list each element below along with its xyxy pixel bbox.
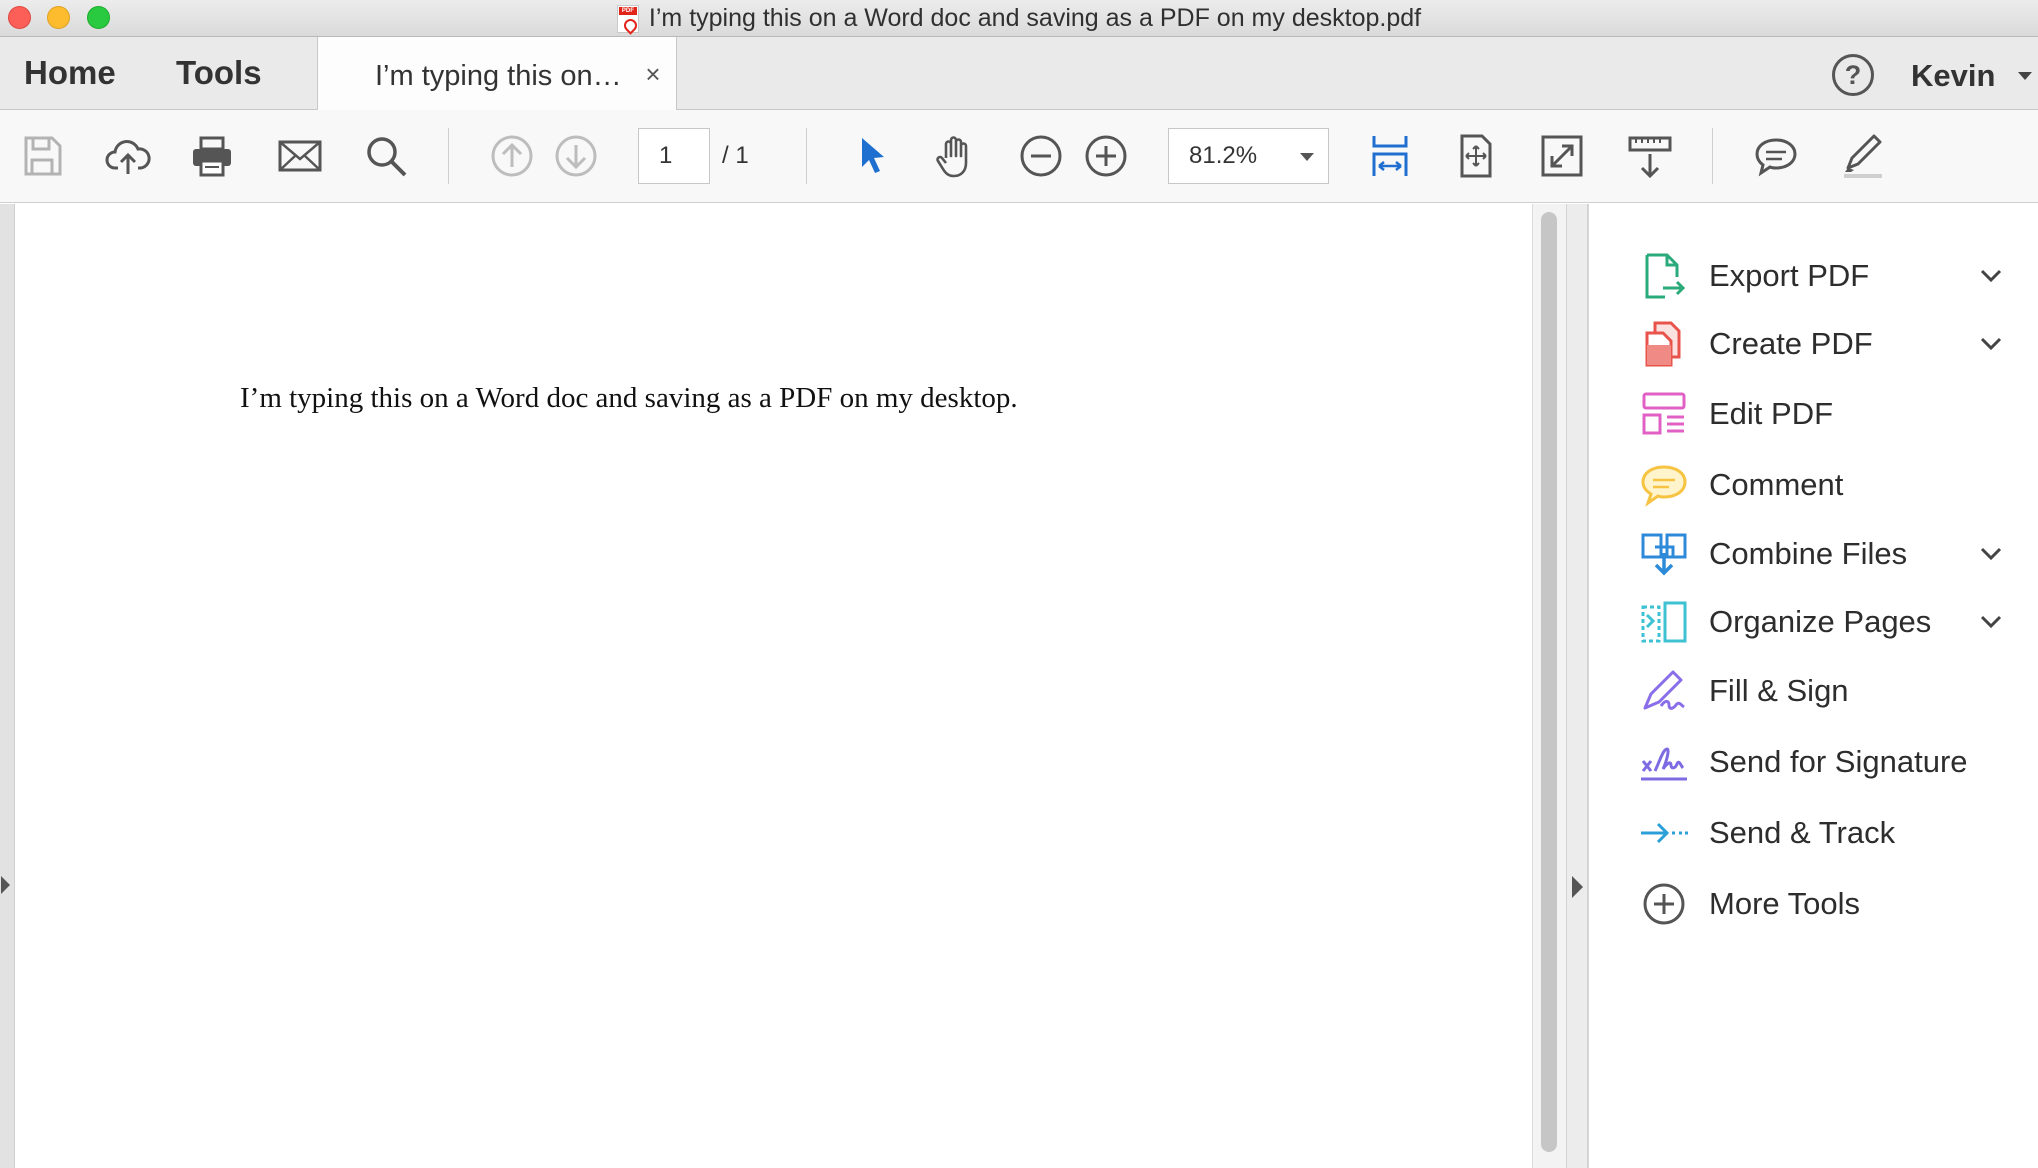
fill-sign-icon [1639, 666, 1689, 716]
document-viewer[interactable]: I’m typing this on a Word doc and saving… [0, 204, 1588, 1168]
toolbar: 1 / 1 81.2% [0, 110, 2038, 203]
search-icon [367, 137, 407, 177]
chevron-down-icon[interactable] [1977, 607, 2005, 635]
create-pdf-icon [1639, 319, 1689, 369]
print-icon [193, 136, 231, 177]
more-tools-icon [1639, 879, 1689, 929]
previous-page-button[interactable] [486, 130, 538, 182]
zoom-in-icon [1085, 135, 1127, 177]
select-cursor-icon [862, 138, 884, 173]
fit-page-button[interactable] [1450, 130, 1502, 182]
tool-combine-files[interactable]: Combine Files [1589, 519, 2038, 589]
tool-fill-sign[interactable]: Fill & Sign [1589, 656, 2038, 726]
export-pdf-icon [1639, 251, 1689, 301]
scroll-mode-button[interactable] [1624, 130, 1676, 182]
next-page-button[interactable] [550, 130, 602, 182]
tab-home[interactable]: Home [24, 37, 116, 109]
help-icon[interactable]: ? [1832, 54, 1874, 96]
window-title: I’m typing this on a Word doc and saving… [648, 4, 1422, 32]
chevron-down-icon[interactable] [1977, 261, 2005, 289]
document-body-text: I’m typing this on a Word doc and saving… [240, 382, 1018, 414]
email-button[interactable] [274, 130, 326, 182]
tab-document[interactable]: I’m typing this on… × [317, 37, 677, 110]
tool-create-pdf[interactable]: Create PDF [1589, 309, 2038, 379]
save-icon [24, 136, 62, 176]
tool-label: Create PDF [1709, 326, 1873, 361]
tool-export-pdf[interactable]: Export PDF [1589, 241, 2038, 311]
expand-left-panel-icon[interactable] [1, 876, 10, 894]
tool-label: Comment [1709, 467, 1844, 502]
tool-comment[interactable]: Comment [1589, 450, 2038, 520]
tool-label: Fill & Sign [1709, 673, 1849, 708]
next-page-icon [555, 135, 597, 177]
toolbar-separator [1712, 128, 1713, 184]
tools-pane: Export PDF Create PDF Edit PDF Comment C… [1588, 204, 2038, 1168]
previous-page-icon [491, 135, 533, 177]
fit-width-button[interactable] [1364, 130, 1416, 182]
user-menu[interactable]: Kevin [1911, 37, 1995, 115]
combine-files-icon [1639, 529, 1689, 579]
organize-pages-icon [1639, 597, 1689, 647]
window-titlebar: I’m typing this on a Word doc and saving… [0, 0, 2038, 37]
toolbar-separator [806, 128, 807, 184]
fit-page-icon [1460, 134, 1492, 178]
edit-pdf-icon [1639, 389, 1689, 439]
comment-button[interactable] [1750, 130, 1802, 182]
pdf-file-icon [616, 4, 639, 33]
tool-label: Combine Files [1709, 536, 1908, 571]
chevron-down-icon[interactable] [2018, 72, 2032, 80]
tool-label: Send for Signature [1709, 744, 1968, 779]
zoom-select[interactable]: 81.2% [1168, 128, 1329, 184]
hand-icon [936, 136, 968, 178]
tool-more-tools[interactable]: More Tools [1589, 869, 2038, 939]
tool-label: Export PDF [1709, 258, 1870, 293]
email-icon [278, 140, 322, 172]
chevron-down-icon[interactable] [1977, 329, 2005, 357]
left-panel-toggle[interactable] [0, 204, 15, 1168]
full-screen-icon [1541, 135, 1583, 177]
window-title-group: I’m typing this on a Word doc and saving… [0, 0, 2038, 37]
page-total: / 1 [722, 142, 749, 169]
zoom-value: 81.2% [1189, 142, 1258, 169]
tool-edit-pdf[interactable]: Edit PDF [1589, 379, 2038, 449]
close-tab-icon[interactable]: × [640, 61, 666, 87]
highlight-button[interactable] [1836, 130, 1888, 182]
save-button[interactable] [16, 130, 68, 182]
tab-bar: Home Tools I’m typing this on… × ? Kevin [0, 37, 2038, 110]
scroll-mode-icon [1628, 136, 1672, 179]
upload-cloud-icon [105, 140, 151, 174]
tool-label: Send & Track [1709, 815, 1896, 850]
send-track-icon [1639, 808, 1689, 858]
scrollbar-thumb[interactable] [1541, 212, 1557, 1152]
full-screen-button[interactable] [1536, 130, 1588, 182]
tab-tools[interactable]: Tools [176, 37, 262, 109]
page-number-input[interactable]: 1 [638, 128, 710, 184]
send-signature-icon [1639, 737, 1689, 787]
select-tool-button[interactable] [846, 130, 898, 182]
tool-label: Organize Pages [1709, 604, 1932, 639]
comment-icon [1755, 138, 1797, 177]
tool-label: More Tools [1709, 886, 1861, 921]
fit-width-icon [1372, 136, 1408, 176]
tool-send-for-signature[interactable]: Send for Signature [1589, 727, 2038, 797]
document-tab-label: I’m typing this on… [375, 60, 622, 92]
toolbar-separator [448, 128, 449, 184]
tools-pane-toggle[interactable] [1566, 204, 1588, 1168]
highlight-icon [1844, 134, 1882, 178]
zoom-out-button[interactable] [1015, 130, 1067, 182]
zoom-out-icon [1020, 135, 1062, 177]
chevron-down-icon[interactable] [1977, 539, 2005, 567]
chevron-down-icon [1300, 153, 1314, 161]
comment-icon [1639, 460, 1689, 510]
zoom-in-button[interactable] [1080, 130, 1132, 182]
tool-send-track[interactable]: Send & Track [1589, 798, 2038, 868]
collapse-tools-pane-icon[interactable] [1572, 876, 1583, 898]
tool-label: Edit PDF [1709, 396, 1834, 431]
upload-cloud-button[interactable] [102, 130, 154, 182]
tool-organize-pages[interactable]: Organize Pages [1589, 587, 2038, 657]
print-button[interactable] [186, 130, 238, 182]
hand-tool-button[interactable] [930, 130, 982, 182]
search-button[interactable] [360, 130, 412, 182]
